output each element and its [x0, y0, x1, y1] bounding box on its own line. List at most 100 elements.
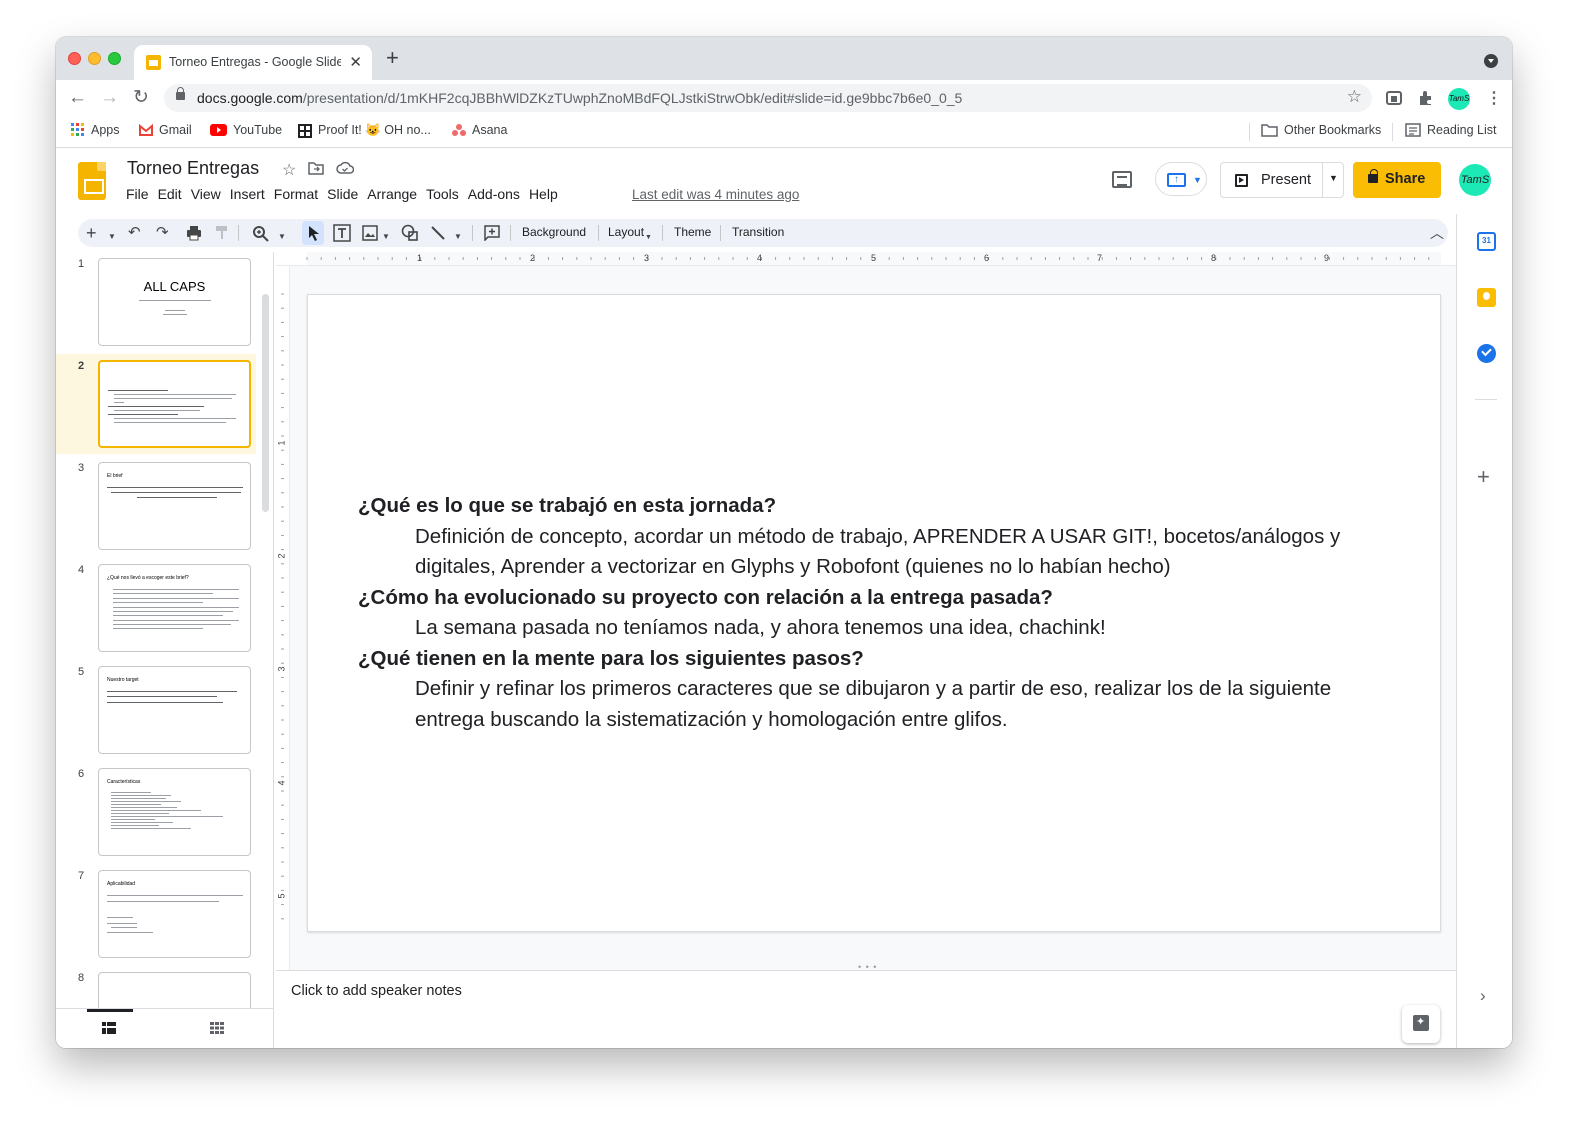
slide-number: 5 — [78, 666, 85, 678]
forward-arrow-icon[interactable]: → — [100, 86, 119, 110]
text-box-icon[interactable] — [333, 224, 351, 242]
browser-tab[interactable]: Torneo Entregas - Google Slides ✕ — [134, 45, 372, 80]
slide-thumbnail-1[interactable]: 1 ALL CAPS — [56, 252, 256, 352]
thumbnail-text-line — [113, 602, 203, 603]
profile-avatar[interactable]: TamS — [1448, 88, 1470, 110]
zoom-chevron-icon[interactable]: ▼ — [278, 227, 286, 247]
thumbnail-title: Características — [107, 779, 141, 785]
bookmark-apps[interactable]: Apps — [71, 123, 120, 137]
bookmark-youtube[interactable]: YouTube — [210, 123, 282, 137]
last-edit-link[interactable]: Last edit was 4 minutes ago — [632, 187, 799, 202]
menu-insert[interactable]: Insert — [230, 186, 265, 202]
present-button[interactable]: Present ▼ — [1220, 162, 1344, 198]
keep-icon[interactable] — [1477, 288, 1496, 307]
undo-icon[interactable]: ↶ — [128, 223, 141, 243]
menu-arrange[interactable]: Arrange — [367, 186, 417, 202]
line-chevron-icon[interactable]: ▼ — [454, 227, 462, 247]
tab-search-icon[interactable] — [1484, 54, 1498, 68]
image-chevron-icon[interactable]: ▼ — [382, 227, 390, 247]
menu-format[interactable]: Format — [274, 186, 318, 202]
background-button[interactable]: Background — [522, 225, 586, 239]
redo-icon[interactable]: ↷ — [156, 223, 169, 243]
speaker-notes-panel[interactable]: Click to add speaker notes — [276, 970, 1456, 1048]
share-button[interactable]: Share — [1353, 162, 1441, 198]
slides-logo-icon[interactable] — [78, 162, 106, 200]
filmstrip-scrollbar[interactable] — [262, 294, 269, 512]
slide-thumbnail-2[interactable]: 2 — [56, 354, 256, 454]
thumbnail-frame: Nuestro target — [98, 666, 251, 754]
print-icon[interactable] — [186, 225, 202, 241]
theme-button[interactable]: Theme — [674, 225, 711, 239]
close-window-button[interactable] — [68, 52, 81, 65]
thumbnail-text-line — [111, 798, 166, 799]
grid-view-icon[interactable] — [210, 1022, 224, 1034]
reading-list[interactable]: Reading List — [1405, 123, 1497, 137]
move-folder-icon[interactable] — [308, 160, 325, 176]
slide-thumbnail-4[interactable]: 4 ¿Qué nos llevó a escoger este brief? — [56, 558, 256, 658]
menu-view[interactable]: View — [191, 186, 221, 202]
account-avatar[interactable]: TamS — [1459, 164, 1491, 196]
tasks-icon[interactable] — [1477, 344, 1496, 363]
hide-side-panel-chevron-icon[interactable]: › — [1480, 986, 1486, 1006]
notes-resize-handle[interactable]: • • • — [276, 962, 1456, 972]
shape-icon[interactable] — [401, 224, 419, 242]
tab-strip: Torneo Entregas - Google Slides ✕ + — [56, 37, 1512, 80]
ruler-number: 9 — [1324, 253, 1330, 263]
new-tab-button[interactable]: + — [386, 47, 399, 69]
add-comment-icon[interactable] — [484, 225, 500, 241]
slide-canvas[interactable]: ¿Qué es lo que se trabajó en esta jornad… — [307, 294, 1441, 932]
star-icon[interactable]: ☆ — [282, 160, 296, 180]
cloud-saved-icon[interactable] — [336, 160, 355, 176]
menu-tools[interactable]: Tools — [426, 186, 459, 202]
document-title[interactable]: Torneo Entregas — [127, 158, 259, 179]
reload-icon[interactable]: ↻ — [133, 86, 149, 110]
select-arrow-icon[interactable] — [307, 225, 321, 241]
new-slide-plus-icon[interactable]: + — [86, 223, 97, 243]
bookmark-proofit[interactable]: Proof It! 😺 OH no... — [298, 123, 431, 138]
speaker-notes-placeholder[interactable]: Click to add speaker notes — [291, 983, 462, 999]
slide-thumbnail-6[interactable]: 6 Características — [56, 762, 256, 862]
browser-menu-icon[interactable]: ⋮ — [1486, 88, 1502, 108]
layout-button[interactable]: Layout — [608, 225, 644, 239]
slide-filmstrip: 1 ALL CAPS 2 3 El brief 4 ¿Qué nos llevó… — [56, 252, 274, 1048]
menu-edit[interactable]: Edit — [158, 186, 182, 202]
zoom-window-button[interactable] — [108, 52, 121, 65]
cast-extension-icon[interactable] — [1385, 89, 1403, 107]
url-text[interactable]: docs.google.com/presentation/d/1mKHF2cqJ… — [197, 90, 962, 106]
filmstrip-view-icon[interactable] — [102, 1022, 116, 1034]
back-arrow-icon[interactable]: ← — [68, 86, 87, 110]
ruler-number: 4 — [276, 780, 287, 786]
slide-thumbnail-7[interactable]: 7 Aplicabilidad — [56, 864, 256, 964]
present-to-meeting-button[interactable]: ↑ ▼ — [1155, 162, 1207, 196]
explore-icon[interactable] — [1402, 1005, 1440, 1043]
bookmark-star-icon[interactable]: ☆ — [1347, 87, 1362, 107]
slide-thumbnail-3[interactable]: 3 El brief — [56, 456, 256, 556]
tab-close-icon[interactable]: ✕ — [349, 53, 362, 71]
new-slide-chevron-icon[interactable]: ▼ — [108, 227, 116, 247]
zoom-icon[interactable] — [252, 225, 269, 242]
bookmark-gmail[interactable]: Gmail — [139, 123, 192, 137]
minimize-window-button[interactable] — [88, 52, 101, 65]
image-icon[interactable] — [362, 225, 378, 241]
menu-file[interactable]: File — [126, 186, 149, 202]
menu-help[interactable]: Help — [529, 186, 558, 202]
transition-button[interactable]: Transition — [732, 225, 784, 239]
present-options-chevron-icon[interactable]: ▼ — [1329, 173, 1338, 183]
calendar-icon[interactable]: 31 — [1477, 232, 1496, 251]
slide-thumbnail-5[interactable]: 5 Nuestro target — [56, 660, 256, 760]
address-bar[interactable]: docs.google.com/presentation/d/1mKHF2cqJ… — [164, 84, 1372, 112]
bookmark-asana[interactable]: Asana — [452, 123, 507, 137]
comment-history-icon[interactable] — [1112, 171, 1132, 188]
menu-addons[interactable]: Add-ons — [468, 186, 520, 202]
line-icon[interactable] — [430, 225, 446, 241]
collapse-menus-chevron-up-icon[interactable]: ︿ — [1430, 223, 1444, 243]
extensions-puzzle-icon[interactable] — [1417, 89, 1435, 107]
editing-toolbar: + ▼ ↶ ↷ ▼ ▼ ▼ Background Layout ▼ Theme … — [78, 219, 1448, 247]
menu-slide[interactable]: Slide — [327, 186, 358, 202]
paint-format-icon[interactable] — [214, 225, 230, 241]
layout-chevron-icon[interactable]: ▼ — [645, 228, 652, 248]
get-addons-plus-icon[interactable]: + — [1477, 466, 1490, 488]
toolbar-divider — [662, 225, 663, 241]
slide-body-text[interactable]: ¿Qué es lo que se trabajó en esta jornad… — [358, 491, 1378, 735]
other-bookmarks[interactable]: Other Bookmarks — [1261, 123, 1381, 137]
